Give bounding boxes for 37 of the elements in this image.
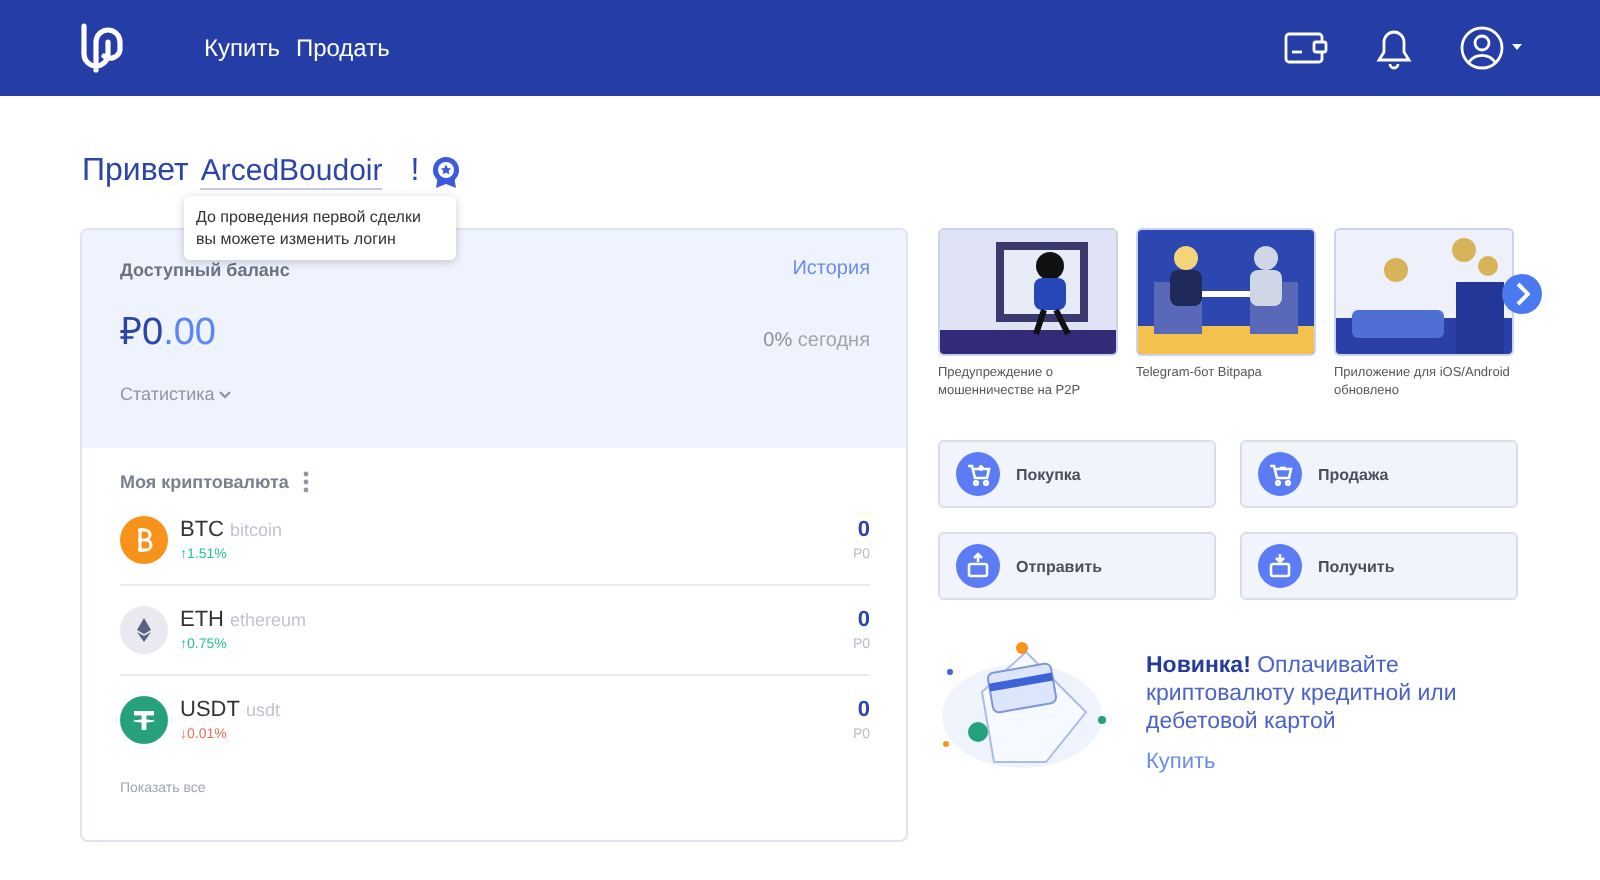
chevron-right-icon [1514,282,1530,306]
package-icon [956,544,1000,588]
next-button[interactable] [1502,274,1542,314]
tooltip: До проведения первой сделки вы можете изменить логин [184,196,456,260]
coin-name: usdt [245,700,280,720]
more-icon[interactable] [302,470,311,494]
promo-text: Новинка! Оплачивайте криптовалюту кредитной или дебетовой картой [1146,652,1459,736]
crypto-title: Моя криптовалюта [120,472,289,492]
action-button[interactable]: Отправить [938,532,1216,600]
action-button[interactable]: Продажа [1240,440,1518,508]
chevron-down-icon[interactable] [218,389,233,399]
coin-amount: 0 [857,518,870,542]
balance-amount: ₽0.00 [120,310,216,356]
cart-icon [956,452,1000,496]
nav-link[interactable]: Продать [295,34,390,62]
user-avatar-icon[interactable] [1460,26,1524,70]
wallet-icon[interactable] [1284,32,1328,64]
badge-icon [431,156,460,188]
cart-icon [1258,452,1302,496]
coin-symbol: USDT [180,698,240,722]
coin-name: ethereum [230,610,307,630]
action-button[interactable]: Получить [1240,532,1518,600]
action-button[interactable]: Покупка [938,440,1216,508]
notification-bell-icon[interactable] [1376,27,1412,69]
nav-link[interactable]: Купить [204,34,280,62]
coin-symbol: ETH [180,608,224,632]
coin-name: bitcoin [230,520,283,540]
username[interactable]: ArcedBoudoir [200,154,383,190]
package-icon [1258,544,1302,588]
exclamation-text: ! [410,154,420,190]
greeting-text: Привет [82,154,189,190]
balance-title: Доступный баланс [120,259,290,279]
coin-amount: 0 [857,608,870,632]
coin-symbol: BTC [180,518,224,542]
coin-amount: 0 [857,698,870,722]
daily-change: 0% сегодня [763,329,870,351]
logo-icon[interactable] [80,22,124,74]
